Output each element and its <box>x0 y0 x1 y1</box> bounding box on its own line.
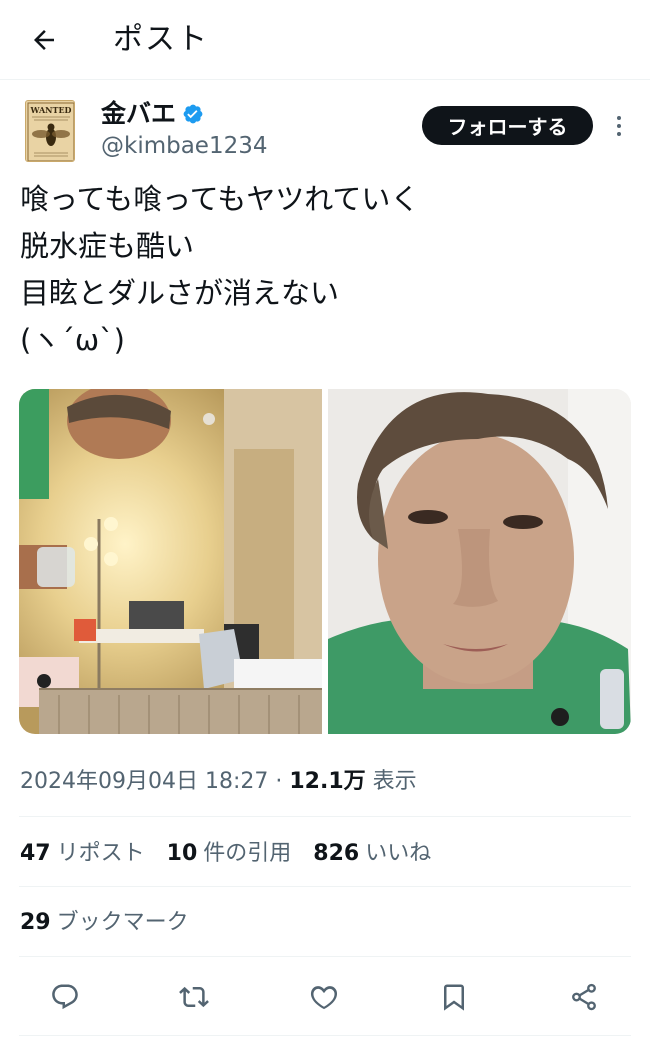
more-options-button[interactable] <box>607 110 631 142</box>
face-closeup-photo <box>328 389 631 734</box>
avatar-wanted-text: WANTED <box>30 105 72 115</box>
avatar[interactable]: WANTED <box>25 100 75 162</box>
post-line: (ヽ´ω`) <box>20 323 125 357</box>
views-label: 表示 <box>365 769 417 794</box>
quotes-label: 件の引用 <box>203 841 292 866</box>
post-timestamp[interactable]: 2024年09月04日 18:27 <box>20 769 268 794</box>
author-handle[interactable]: @kimbae1234 <box>101 130 268 162</box>
bookmarks-label: ブックマーク <box>56 910 189 935</box>
quotes-count: 10 <box>166 841 198 866</box>
divider <box>19 886 631 887</box>
views-count: 12.1万 <box>289 769 366 794</box>
verified-badge-icon <box>183 104 203 124</box>
like-button[interactable] <box>302 975 346 1019</box>
room-selfie-photo <box>19 389 322 734</box>
timestamp-row: 2024年09月04日 18:27 · 12.1万 表示 <box>20 764 417 800</box>
share-button[interactable] <box>562 975 606 1019</box>
arrow-left-icon <box>34 30 54 50</box>
bookmarks-stat[interactable]: 29 ブックマーク <box>20 905 189 941</box>
action-bar <box>0 975 650 1019</box>
reply-icon <box>52 984 78 1010</box>
top-bar: ポスト <box>0 0 650 80</box>
post-line: 目眩とダルさが消えない <box>20 276 340 310</box>
repost-button[interactable] <box>172 975 216 1019</box>
follow-button[interactable]: フォローする <box>422 106 593 145</box>
reposts-count: 47 <box>20 841 51 866</box>
media-grid <box>19 389 631 734</box>
post-text: 喰っても喰ってもヤツれていく 脱水症も酷い 目眩とダルさが消えない (ヽ´ω`) <box>20 176 630 364</box>
post-line: 喰っても喰ってもヤツれていく <box>20 182 420 216</box>
quotes-stat[interactable]: 10 件の引用 <box>167 836 292 872</box>
reply-button[interactable] <box>43 975 87 1019</box>
like-icon <box>310 986 338 1010</box>
repost-icon <box>179 986 209 1008</box>
meta-separator: · <box>268 769 290 794</box>
likes-count: 826 <box>313 841 360 866</box>
reposts-label: リポスト <box>56 841 145 866</box>
author-name-row[interactable]: 金バエ <box>101 97 204 131</box>
post-image-1[interactable] <box>19 389 322 734</box>
reposts-stat[interactable]: 47 リポスト <box>20 836 145 872</box>
author-display-name[interactable]: 金バエ <box>101 97 176 131</box>
likes-label: いいね <box>365 841 432 866</box>
page-title: ポスト <box>113 22 209 57</box>
more-vertical-icon <box>617 116 621 136</box>
bookmark-icon <box>444 984 464 1011</box>
bookmark-button[interactable] <box>432 975 476 1019</box>
engagement-stats: 47 リポスト 10 件の引用 826 いいね <box>20 836 431 872</box>
divider <box>19 1035 631 1036</box>
post-line: 脱水症も酷い <box>20 229 195 263</box>
divider <box>19 956 631 957</box>
bookmarks-count: 29 <box>20 910 51 935</box>
post-image-2[interactable] <box>328 389 631 734</box>
likes-stat[interactable]: 826 いいね <box>313 836 431 872</box>
back-button[interactable] <box>22 20 66 60</box>
wanted-poster-avatar: WANTED <box>26 101 74 161</box>
share-icon <box>572 983 596 1011</box>
divider <box>19 816 631 817</box>
